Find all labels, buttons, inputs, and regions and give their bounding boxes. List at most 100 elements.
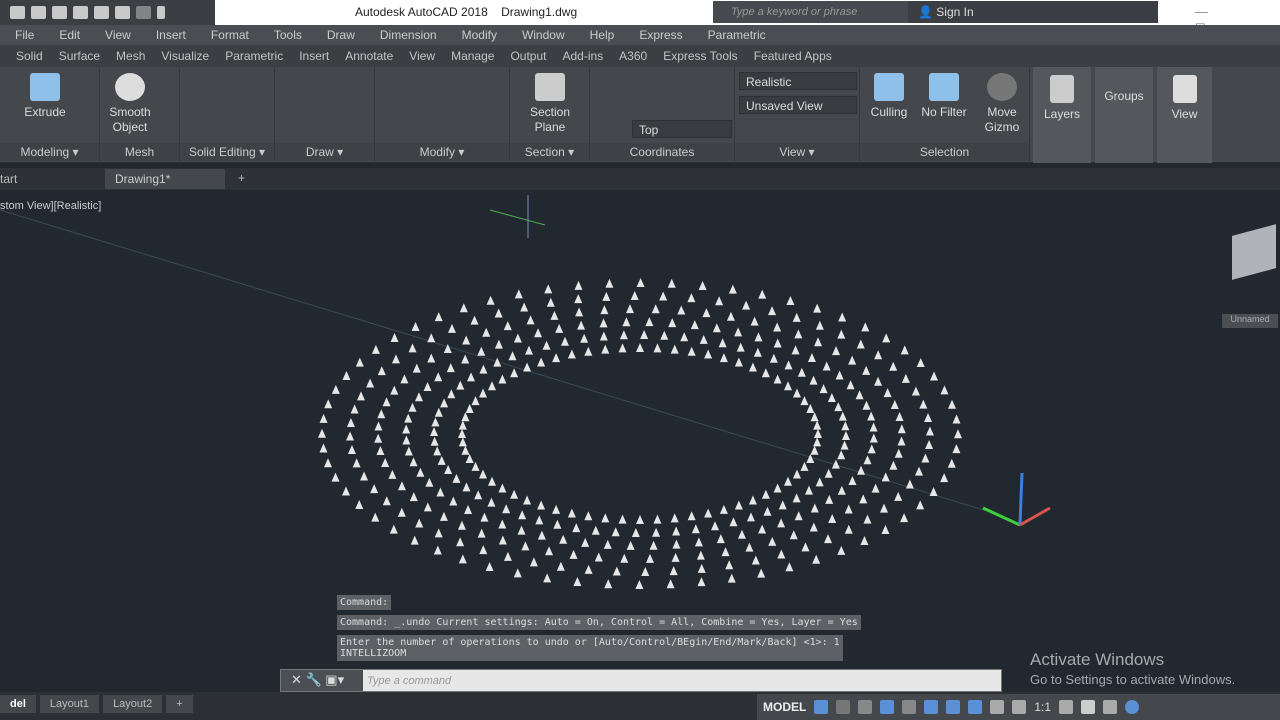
save-as-icon[interactable] [73, 6, 88, 19]
sign-in-button[interactable]: 👤 Sign In [908, 1, 1158, 23]
extrude-button[interactable]: Extrude [20, 73, 70, 120]
auto-scale-icon[interactable] [990, 700, 1005, 714]
panel-title[interactable]: Section ▾ [510, 143, 589, 161]
ucs-view-dropdown[interactable]: Top [632, 120, 732, 138]
cone-object [807, 353, 816, 363]
menu-tools[interactable]: Tools [259, 28, 302, 42]
search-input[interactable]: Type a keyword or phrase [713, 1, 908, 23]
cone-object [916, 500, 925, 510]
menu-draw[interactable]: Draw [312, 28, 355, 42]
command-input[interactable]: Type a command [367, 675, 451, 687]
view-button[interactable]: View [1157, 67, 1212, 163]
new-tab-button[interactable]: + [238, 171, 245, 185]
tab-layout1[interactable]: Layout1 [39, 695, 100, 713]
cone-object [649, 540, 658, 550]
cone-object [555, 323, 564, 333]
units-icon[interactable] [1103, 700, 1118, 714]
panel-title[interactable]: Coordinates [590, 143, 734, 161]
undo-icon[interactable] [115, 6, 130, 19]
tab-layout2[interactable]: Layout2 [103, 695, 163, 713]
cone-object [508, 351, 517, 361]
cone-object [863, 455, 872, 465]
annotation-visibility-icon[interactable] [968, 700, 983, 714]
ribbon-tab-surface[interactable]: Surface [59, 49, 100, 63]
isolate-objects-icon[interactable] [1125, 700, 1140, 714]
culling-button[interactable]: Culling [864, 73, 914, 120]
menu-modify[interactable]: Modify [447, 28, 497, 42]
ribbon-tab-a360[interactable]: A360 [619, 49, 647, 63]
menu-view[interactable]: View [90, 28, 131, 42]
scale-dropdown[interactable]: 1:1 [1034, 700, 1051, 714]
menu-edit[interactable]: Edit [44, 28, 80, 42]
object-snap-icon[interactable] [946, 700, 961, 714]
panel-title[interactable]: Solid Editing ▾ [180, 143, 274, 161]
ribbon-tab-parametric[interactable]: Parametric [225, 49, 283, 63]
isodraft-icon[interactable] [902, 700, 917, 714]
open-icon[interactable] [31, 6, 46, 19]
menu-format[interactable]: Format [196, 28, 249, 42]
smooth-object-button[interactable]: Smooth Object [104, 73, 156, 135]
polar-icon[interactable] [880, 700, 895, 714]
section-plane-button[interactable]: Section Plane [522, 73, 578, 135]
tab-model[interactable]: del [0, 695, 36, 713]
cone-object [534, 328, 543, 338]
menu-parametric[interactable]: Parametric [693, 28, 766, 42]
ribbon-tab-solid[interactable]: Solid [16, 49, 43, 63]
cone-object [457, 520, 466, 530]
customize-icon[interactable] [157, 6, 165, 19]
plus-icon[interactable] [1081, 700, 1096, 714]
ribbon-tab-add-ins[interactable]: Add-ins [562, 49, 603, 63]
save-icon[interactable] [52, 6, 67, 19]
no-filter-button[interactable]: No Filter [914, 73, 974, 120]
menu-window[interactable]: Window [507, 28, 565, 42]
ucs-menu[interactable]: Unnamed [1222, 314, 1278, 328]
grid-icon[interactable] [814, 700, 829, 714]
command-line[interactable]: ✕ 🔧 ▣▾ Type a command [280, 669, 1002, 692]
panel-title[interactable]: Modeling ▾ [0, 143, 99, 161]
panel-title[interactable]: Draw ▾ [275, 143, 374, 161]
panel-title[interactable]: Mesh [100, 143, 179, 161]
visual-style-dropdown[interactable]: Realistic [739, 72, 857, 90]
command-line-buttons[interactable]: ✕ 🔧 ▣▾ [281, 670, 363, 691]
cone-object [704, 349, 713, 359]
ribbon-tab-featured-apps[interactable]: Featured Apps [754, 49, 832, 63]
menu-help[interactable]: Help [575, 28, 615, 42]
ribbon-tab-insert[interactable]: Insert [299, 49, 329, 63]
panel-title[interactable]: View ▾ [735, 143, 859, 161]
menu-file[interactable]: File [0, 28, 34, 42]
workspace-gear-icon[interactable] [1059, 700, 1074, 714]
redo-icon[interactable] [136, 6, 151, 19]
cone-object [324, 399, 333, 409]
ortho-icon[interactable] [858, 700, 873, 714]
cone-object [620, 553, 629, 563]
ribbon-tab-visualize[interactable]: Visualize [161, 49, 209, 63]
ribbon-tab-mesh[interactable]: Mesh [116, 49, 145, 63]
ribbon-tab-view[interactable]: View [409, 49, 435, 63]
viewport-controls[interactable]: stom View][Realistic] [0, 200, 101, 212]
snap-icon[interactable] [836, 700, 851, 714]
ribbon-tab-output[interactable]: Output [510, 49, 546, 63]
panel-title[interactable]: Selection [860, 143, 1029, 161]
panel-title[interactable]: Modify ▾ [375, 143, 509, 161]
move-gizmo-button[interactable]: Move Gizmo [978, 73, 1026, 135]
cone-object [947, 458, 956, 468]
menu-express[interactable]: Express [624, 28, 682, 42]
ribbon-tab-annotate[interactable]: Annotate [345, 49, 393, 63]
ribbon-tab-manage[interactable]: Manage [451, 49, 494, 63]
object-snap-tracking-icon[interactable] [924, 700, 939, 714]
menu-dimension[interactable]: Dimension [365, 28, 437, 42]
new-icon[interactable] [10, 6, 25, 19]
print-icon[interactable] [94, 6, 109, 19]
tab-drawing1[interactable]: Drawing1* [105, 169, 225, 189]
model-space-button[interactable]: MODEL [763, 700, 806, 714]
menu-insert[interactable]: Insert [141, 28, 186, 42]
layers-button[interactable]: Layers [1033, 67, 1091, 163]
groups-button[interactable]: Groups [1095, 67, 1153, 163]
ribbon-tab-express-tools[interactable]: Express Tools [663, 49, 737, 63]
annotation-scale-icon[interactable] [1012, 700, 1027, 714]
add-layout-button[interactable]: + [166, 695, 193, 713]
extrude-icon [30, 73, 60, 101]
tab-start[interactable]: tart [0, 172, 17, 186]
window-title: Autodesk AutoCAD 2018 Drawing1.dwg [355, 5, 578, 19]
named-view-dropdown[interactable]: Unsaved View [739, 96, 857, 114]
